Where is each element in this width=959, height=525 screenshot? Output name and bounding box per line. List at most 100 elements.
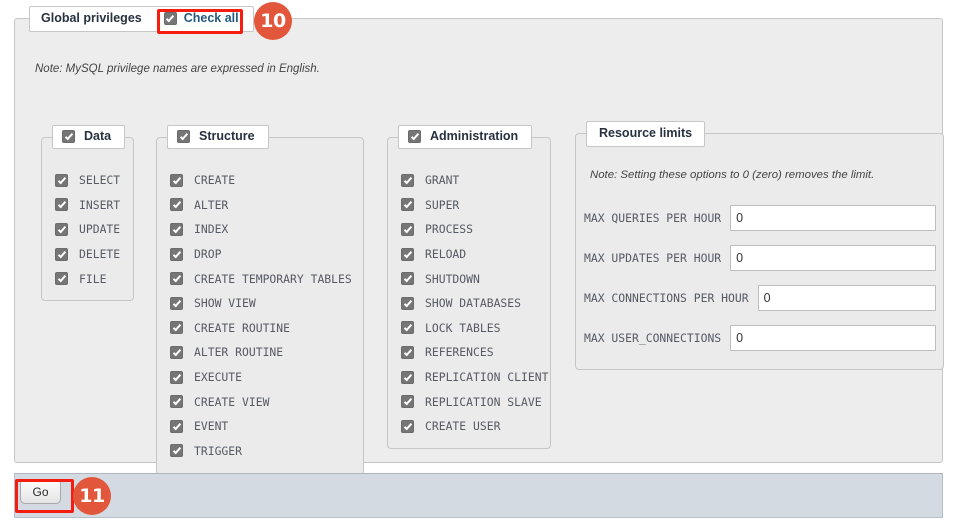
- privilege-row[interactable]: PROCESS: [401, 217, 550, 242]
- group-structure-checkbox[interactable]: [177, 130, 190, 143]
- check-all-label[interactable]: Check all: [184, 12, 239, 25]
- privilege-checkbox[interactable]: [55, 222, 68, 236]
- check-all-control[interactable]: Check all: [163, 12, 239, 25]
- privilege-row[interactable]: SELECT: [55, 168, 133, 193]
- privilege-row[interactable]: CREATE: [170, 168, 363, 193]
- privilege-checkbox[interactable]: [170, 247, 183, 261]
- privilege-label: CREATE VIEW: [194, 394, 270, 409]
- privilege-label: PROCESS: [425, 222, 474, 237]
- privilege-checkbox[interactable]: [401, 173, 414, 187]
- privilege-row[interactable]: REPLICATION SLAVE: [401, 389, 550, 414]
- max-connections-per-hour-input[interactable]: [757, 285, 936, 311]
- privilege-checkbox[interactable]: [55, 272, 68, 286]
- privilege-checkbox[interactable]: [170, 321, 183, 335]
- privilege-label: DROP: [194, 247, 222, 262]
- privilege-row[interactable]: CREATE ROUTINE: [170, 316, 363, 341]
- global-privileges-legend: Global privileges Check all: [29, 6, 254, 32]
- privilege-row[interactable]: DROP: [170, 242, 363, 267]
- resource-limits-fields: MAX QUERIES PER HOUR MAX UPDATES PER HOU…: [581, 205, 936, 365]
- privilege-row[interactable]: UPDATE: [55, 217, 133, 242]
- privilege-row[interactable]: ALTER: [170, 193, 363, 218]
- privilege-label: CREATE USER: [425, 419, 501, 434]
- group-administration-legend[interactable]: Administration: [398, 125, 533, 149]
- privilege-row[interactable]: LOCK TABLES: [401, 316, 550, 341]
- group-structure-legend[interactable]: Structure: [167, 125, 269, 149]
- group-data-legend[interactable]: Data: [52, 125, 126, 149]
- privilege-row[interactable]: EVENT: [170, 414, 363, 439]
- resource-limits-legend: Resource limits: [586, 121, 706, 147]
- group-administration-checkbox[interactable]: [408, 130, 421, 143]
- privilege-checkbox[interactable]: [170, 345, 183, 359]
- group-data-checkbox[interactable]: [62, 130, 75, 143]
- privilege-row[interactable]: INDEX: [170, 217, 363, 242]
- privilege-checkbox[interactable]: [170, 272, 183, 286]
- privilege-checkbox[interactable]: [401, 247, 414, 261]
- privilege-row[interactable]: CREATE TEMPORARY TABLES: [170, 266, 363, 291]
- max-user-connections-input[interactable]: [730, 325, 936, 351]
- privilege-checkbox[interactable]: [170, 173, 183, 187]
- privileges-note: Note: MySQL privilege names are expresse…: [35, 63, 320, 75]
- privilege-row[interactable]: GRANT: [401, 168, 550, 193]
- annotation-badge-10: 10: [254, 2, 292, 40]
- annotation-badge-11: 11: [73, 477, 111, 515]
- privilege-label: REPLICATION CLIENT: [425, 370, 549, 385]
- privilege-checkbox[interactable]: [401, 345, 414, 359]
- privilege-checkbox[interactable]: [170, 419, 183, 433]
- privilege-label: CREATE ROUTINE: [194, 320, 291, 335]
- privilege-checkbox[interactable]: [401, 395, 414, 409]
- check-all-checkbox[interactable]: [163, 12, 177, 25]
- privilege-row[interactable]: FILE: [55, 266, 133, 291]
- privilege-label: INDEX: [194, 222, 229, 237]
- group-administration-list: GRANT SUPER PROCESS RELOAD SHUTDOWN SHOW…: [388, 138, 550, 451]
- privilege-row[interactable]: RELOAD: [401, 242, 550, 267]
- max-queries-per-hour-input[interactable]: [730, 205, 936, 231]
- privilege-checkbox[interactable]: [401, 321, 414, 335]
- privilege-row[interactable]: DELETE: [55, 242, 133, 267]
- privilege-row[interactable]: CREATE USER: [401, 414, 550, 439]
- resource-limit-row: MAX USER_CONNECTIONS: [581, 325, 936, 351]
- privilege-checkbox[interactable]: [170, 444, 183, 458]
- privilege-checkbox[interactable]: [401, 272, 414, 286]
- privilege-label: SUPER: [425, 197, 460, 212]
- privilege-row[interactable]: SHUTDOWN: [401, 266, 550, 291]
- resource-limits-panel: Resource limits Note: Setting these opti…: [575, 121, 944, 370]
- privilege-checkbox[interactable]: [55, 198, 68, 212]
- privilege-checkbox[interactable]: [55, 173, 68, 187]
- privilege-checkbox[interactable]: [401, 222, 414, 236]
- privilege-row[interactable]: CREATE VIEW: [170, 389, 363, 414]
- privilege-row[interactable]: TRIGGER: [170, 439, 363, 464]
- privilege-label: SHOW VIEW: [194, 296, 256, 311]
- privilege-group-structure: Structure CREATE ALTER INDEX DROP CREATE…: [156, 125, 364, 475]
- privilege-checkbox[interactable]: [170, 296, 183, 310]
- privilege-row[interactable]: REPLICATION CLIENT: [401, 365, 550, 390]
- privilege-row[interactable]: EXECUTE: [170, 365, 363, 390]
- privilege-label: TRIGGER: [194, 443, 243, 458]
- privilege-checkbox[interactable]: [170, 222, 183, 236]
- resource-limit-row: MAX QUERIES PER HOUR: [581, 205, 936, 231]
- privilege-checkbox[interactable]: [170, 198, 183, 212]
- privilege-label: ALTER ROUTINE: [194, 345, 284, 360]
- privilege-checkbox[interactable]: [170, 370, 183, 384]
- privilege-label: SELECT: [79, 173, 121, 188]
- privilege-label: EVENT: [194, 419, 229, 434]
- privilege-row[interactable]: SHOW VIEW: [170, 291, 363, 316]
- privilege-row[interactable]: SUPER: [401, 193, 550, 218]
- max-updates-per-hour-input[interactable]: [730, 245, 936, 271]
- privilege-row[interactable]: ALTER ROUTINE: [170, 340, 363, 365]
- privilege-checkbox[interactable]: [401, 419, 414, 433]
- privilege-checkbox[interactable]: [401, 198, 414, 212]
- privilege-label: LOCK TABLES: [425, 320, 501, 335]
- privilege-checkbox[interactable]: [55, 247, 68, 261]
- privilege-checkbox[interactable]: [401, 296, 414, 310]
- go-button[interactable]: Go: [20, 479, 61, 504]
- privilege-checkbox[interactable]: [401, 370, 414, 384]
- privilege-checkbox[interactable]: [170, 395, 183, 409]
- privilege-row[interactable]: INSERT: [55, 193, 133, 218]
- privilege-label: DELETE: [79, 247, 121, 262]
- page-title: Global privileges: [41, 11, 142, 26]
- max-queries-per-hour-label: MAX QUERIES PER HOUR: [584, 211, 722, 225]
- privilege-row[interactable]: SHOW DATABASES: [401, 291, 550, 316]
- privilege-row[interactable]: REFERENCES: [401, 340, 550, 365]
- privilege-label: CREATE: [194, 173, 236, 188]
- resource-limit-row: MAX UPDATES PER HOUR: [581, 245, 936, 271]
